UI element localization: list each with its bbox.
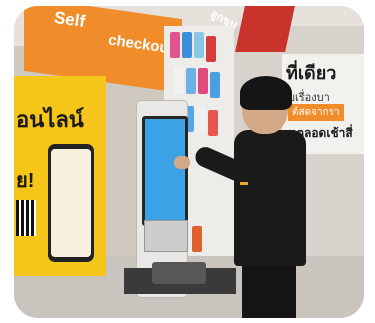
photo-frame: Self checkout ลูกขุน อนไลน์ ย! ที่เดียว … [14, 6, 364, 318]
product-item [186, 68, 196, 94]
product-item [194, 32, 204, 58]
kiosk-scanner-glass [152, 262, 206, 284]
person-hand [174, 156, 190, 169]
product-item [198, 68, 208, 94]
product-item [206, 36, 216, 62]
thai-sign-line3: ต์สดจากรา [288, 104, 344, 121]
top-red-banner [235, 6, 295, 52]
kiosk-card-reader [144, 220, 188, 252]
kiosk-touchscreen [142, 116, 188, 226]
poster-phone-screen [51, 149, 91, 257]
poster-text-bottom: ย! [16, 170, 35, 192]
product-item [182, 32, 192, 58]
person-torso [234, 130, 306, 266]
product-item [208, 110, 218, 136]
poster-phone-image [48, 144, 94, 262]
product-item [192, 226, 202, 252]
thai-sign-headline: ที่เดียว [286, 63, 337, 83]
person-legs [242, 264, 296, 318]
product-item [196, 106, 206, 132]
promo-poster: อนไลน์ ย! [14, 76, 106, 276]
poster-text-top: อนไลน์ [16, 107, 84, 132]
product-item [174, 68, 184, 94]
qr-code [16, 200, 36, 236]
product-item [210, 72, 220, 98]
shirt-logo [240, 182, 248, 185]
product-item [170, 32, 180, 58]
sign-text-self: Self [52, 7, 87, 32]
person-hair [240, 76, 292, 110]
